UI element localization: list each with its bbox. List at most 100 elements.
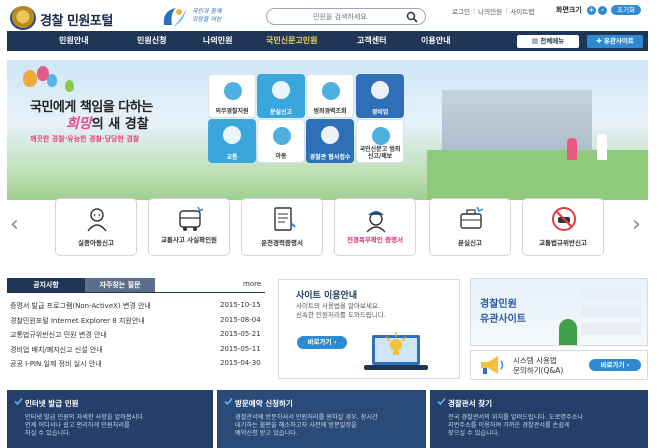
nav-item-petition-apply[interactable]: 민원신청 [137,31,166,51]
bottom-panel-find-police-station[interactable]: 경찰관서 찾기 전국 경찰관서의 위치를 알려드립니다. 도로명주소나 지번주소… [430,390,648,448]
nav-item-petition-guide[interactable]: 민원안내 [59,31,88,51]
notice-title[interactable]: 교통법규위반신고 민원 변경 안내 [10,330,107,340]
notice-title[interactable]: 공공 I-PIN 일제 정비 실시 안내 [10,359,102,369]
target-icon [372,127,390,145]
service-card-service-certificate[interactable]: 전경복무확인 증명서 [334,198,416,256]
tile-conscript-police[interactable]: 의무경찰지원 [208,74,256,118]
service-card-label: 교통사고 사실확인원 [160,236,218,244]
officer-icon [224,82,242,100]
site-guide-title: 사이트 이용안내 [296,291,358,301]
bus-accident-icon [179,206,204,231]
hero-subline: 깨끗한 경찰·유능한 경찰·당당한 경찰 [30,135,140,143]
police-cap-icon [321,126,339,144]
slogan-line-1: 국민과 함께 [192,8,222,15]
check-icon [224,397,233,406]
service-card-label: 운전경력증명서 [261,239,303,247]
partner-logo [581,305,641,317]
tile-label: 아동 [275,153,287,160]
notice-date: 2015-05-21 [220,330,261,338]
sitemap-link[interactable]: 사이트맵 [510,6,534,16]
my-petitions-link[interactable]: 나의민원 [478,6,502,16]
notice-title[interactable]: 증명서 발급 프로그램(Non-ActiveX) 변경 안내 [10,301,151,311]
full-menu-button[interactable]: ▤ 전체메뉴 [517,35,579,48]
tile-label: 국민신문고 범죄신고/제보 [359,146,401,160]
tile-label: 경비업 [371,109,389,116]
tile-epeople-report[interactable]: 국민신문고 범죄신고/제보 [356,119,404,163]
tile-label: 의무경찰지원 [215,108,249,115]
service-card-driving-record[interactable]: 운전경력증명서 [241,198,323,256]
zoom-in-button[interactable]: + [587,6,596,15]
tile-child[interactable]: 아동 [257,119,305,163]
nav-item-usage-guide[interactable]: 이용안내 [421,31,450,51]
grass-field [427,150,648,200]
document-icon [274,207,296,231]
nav-item-epeople[interactable]: 국민신문고민원 [266,31,318,51]
child-icon [273,127,291,145]
check-icon [437,397,446,406]
bottom-panel-title: 인터넷 발급 민원 [25,399,79,408]
bottom-panel-line: 언제 어디서나 쉽고 편리하게 민원처리를 [25,422,130,429]
briefcase-icon [272,81,290,99]
carousel-prev-icon[interactable]: ‹ [10,212,19,237]
notice-date: 2015-08-04 [220,315,261,324]
bottom-panel-internet-issue[interactable]: 인터넷 발급 민원 인터넷 발급 민원의 자세한 사항을 알아봅시다. 언제 어… [7,390,213,448]
related-sites-banner-title-1: 경찰민원 [480,299,517,310]
police-emblem-logo[interactable] [10,6,36,30]
hero-headline-line-2: 희망의 새 경찰 [66,113,149,133]
check-icon [14,397,23,406]
no-car-icon [552,207,576,231]
tile-criminal-record[interactable]: 범죄경력조회 [306,74,354,118]
notice-date: 2015-04-30 [220,359,261,367]
partner-logo [581,287,641,299]
bottom-panel-line: 인터넷 발급 민원의 자세한 사항을 알아봅시다. [25,414,145,421]
related-sites-button[interactable]: ✚ 유관사이트 [587,35,643,48]
notice-title[interactable]: 경비업 배치/폐지신고 신설 안내 [10,345,103,355]
hero-headline-rest: 의 새 경찰 [91,117,149,132]
carousel-next-icon[interactable]: › [632,212,641,237]
magnifier-icon [322,82,340,100]
nav-item-customer-center[interactable]: 고객센터 [357,31,386,51]
child-figure [567,138,577,160]
search-input[interactable] [285,11,397,23]
car-icon [223,126,241,144]
tab-faq[interactable]: 자주찾는 질문 [85,278,155,292]
tile-lost-report[interactable]: 분실신고 [257,74,305,118]
main-nav: 민원안내 민원신청 나의민원 국민신문고민원 고객센터 이용안내 ▤ 전체메뉴 … [7,31,648,51]
login-link[interactable]: 로그인 [452,6,470,16]
bottom-panel-line: 예약신청 받고 있습니다. [235,430,298,437]
font-size-label: 화면크기 [556,6,582,14]
service-card-traffic-violation[interactable]: 교통법규위반신고 [522,198,604,256]
zoom-reset-button[interactable]: 초기화 [611,5,641,15]
briefcase-icon [460,206,484,229]
more-link[interactable]: more [243,280,261,288]
notice-title[interactable]: 경찰민원포털 Internet Explorer 8 지원안내 [10,316,145,326]
search-icon[interactable] [406,11,418,23]
service-card-traffic-accident[interactable]: 교통사고 사실확인원 [148,198,230,256]
notice-date: 2015-05-11 [220,344,261,353]
full-menu-label: 전체메뉴 [540,37,565,45]
tile-label: 교통 [226,154,238,161]
service-card-lost-report[interactable]: 분실신고 [429,198,511,256]
bottom-panel-title: 경찰관서 찾기 [448,399,493,408]
zoom-out-button[interactable]: - [598,6,607,15]
search-box [266,8,426,25]
site-title[interactable]: 경찰 민원포털 [40,10,113,29]
tile-traffic[interactable]: 교통 [208,119,256,163]
separator: | [505,7,508,15]
site-guide-go-button[interactable]: 바로가기 › [297,336,347,349]
service-card-label-highlight: 전경복무확인 증명서 [346,236,404,244]
tile-officer-complaint[interactable]: 경찰관 협서접수 [306,119,354,163]
tile-security-business[interactable]: 경비업 [356,74,404,118]
utility-links: 로그인 | 나의민원 | 사이트맵 [452,6,534,16]
service-card-missing-child[interactable]: 실종아동신고 [55,198,137,256]
balloon-icon [23,70,37,87]
site-guide-desc-line: 사이트의 사용법을 알아보세요. [296,302,380,310]
bottom-panel-visit-reservation[interactable]: 방문예약 신청하기 경찰관서에 방문하셔서 민원처리를 원하실 경우, 장시간 … [217,390,426,448]
system-usage-go-button[interactable]: 바로가기 › [589,359,641,371]
bottom-panel-line: 지번주소를 이용하여 가까운 경찰관서를 손쉽게 [448,422,570,429]
site-guide-desc-line: 신속한 민원처리를 도와드립니다. [296,311,386,319]
site-guide-description: 사이트의 사용법을 알아보세요. 신속한 민원처리를 도와드립니다. [296,302,386,320]
nav-item-my-petitions[interactable]: 나의민원 [203,31,232,51]
tab-notices[interactable]: 공지사항 [7,278,85,292]
laptop-icon [364,332,428,370]
